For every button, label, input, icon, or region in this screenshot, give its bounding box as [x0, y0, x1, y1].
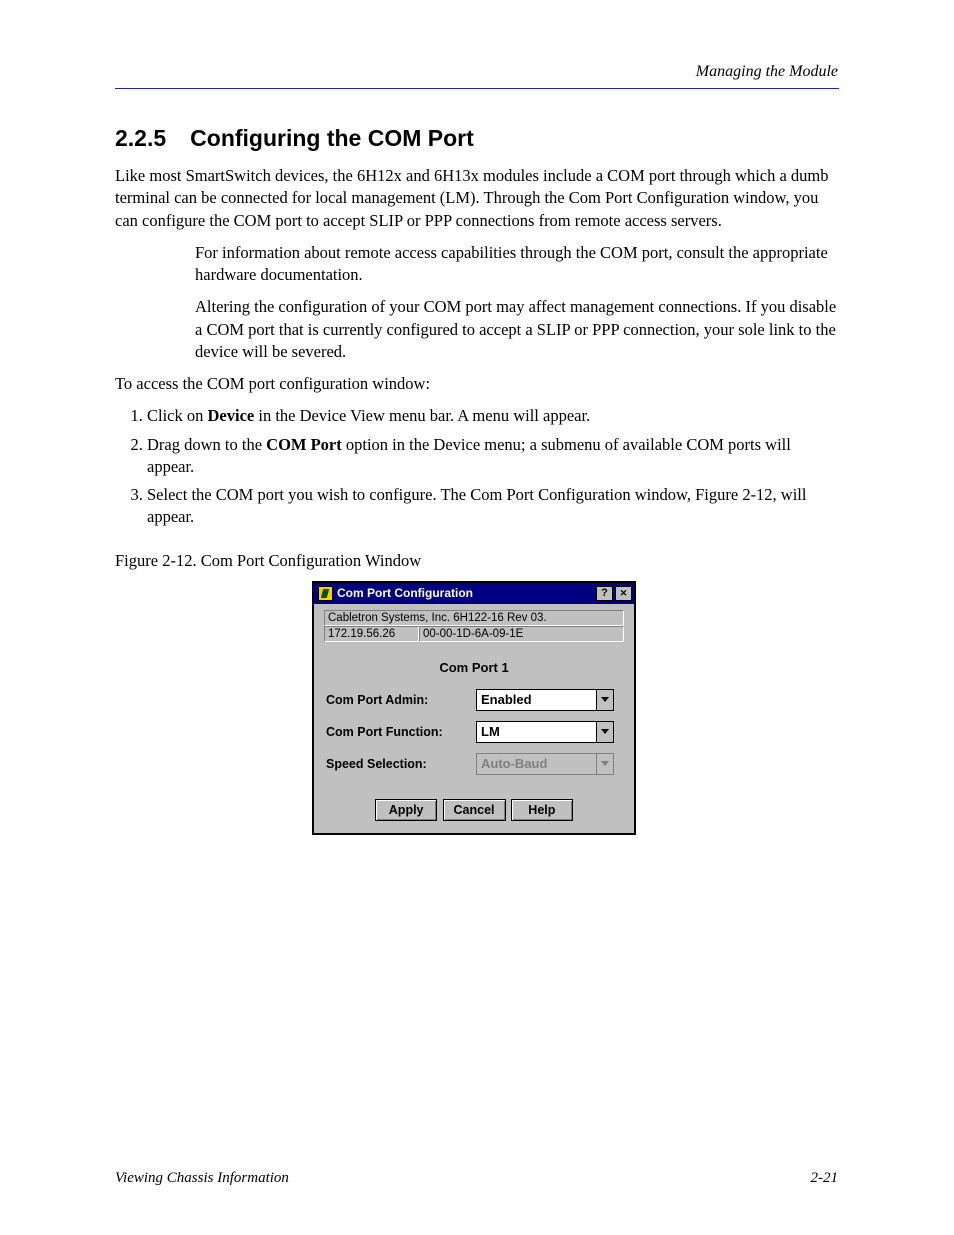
- section-number: 2.2.5: [115, 125, 166, 151]
- help-icon[interactable]: [596, 586, 613, 601]
- help-button[interactable]: Help: [511, 799, 573, 821]
- dialog-title: Com Port Configuration: [337, 586, 594, 600]
- com-port-config-dialog: Com Port Configuration Cabletron Systems…: [312, 581, 636, 835]
- section-title: Configuring the COM Port: [190, 125, 474, 151]
- caveat-text: Altering the configuration of your COM p…: [195, 297, 836, 361]
- chevron-down-icon[interactable]: [596, 721, 614, 743]
- speed-label: Speed Selection:: [326, 757, 476, 771]
- figure-caption: Figure 2-12. Com Port Configuration Wind…: [115, 551, 839, 571]
- chevron-down-icon[interactable]: [596, 689, 614, 711]
- intro-paragraph: Like most SmartSwitch devices, the 6H12x…: [115, 165, 839, 232]
- caveat-paragraph: Altering the configuration of your COM p…: [195, 296, 839, 363]
- step-2: Drag down to the COM Port option in the …: [147, 434, 839, 479]
- section-heading: 2.2.5 Configuring the COM Port: [115, 125, 839, 153]
- page-number: 2-21: [811, 1170, 839, 1187]
- step-1-bold: Device: [208, 406, 255, 425]
- admin-combo[interactable]: Enabled: [476, 689, 614, 711]
- admin-value: Enabled: [476, 689, 596, 711]
- step-3-pre: Select the COM port you wish to configur…: [147, 485, 695, 504]
- chevron-down-icon: [596, 753, 614, 775]
- page-header-breadcrumb: Managing the Module: [696, 63, 838, 81]
- note-paragraph: For information about remote access capa…: [195, 242, 839, 287]
- access-lead: To access the COM port configuration win…: [115, 373, 839, 395]
- speed-combo: Auto-Baud: [476, 753, 614, 775]
- device-ip-field: 172.19.56.26: [324, 626, 419, 642]
- cancel-button[interactable]: Cancel: [443, 799, 506, 821]
- step-2-pre: Drag down to the: [147, 435, 266, 454]
- device-mac-field: 00-00-1D-6A-09-1E: [419, 626, 624, 642]
- step-2-bold: COM Port: [266, 435, 342, 454]
- step-3: Select the COM port you wish to configur…: [147, 484, 839, 529]
- close-icon[interactable]: [615, 586, 632, 601]
- port-heading: Com Port 1: [314, 660, 634, 675]
- footer-text: Viewing Chassis Information: [115, 1170, 289, 1187]
- dialog-info-area: Cabletron Systems, Inc. 6H122-16 Rev 03.…: [314, 604, 634, 644]
- speed-value: Auto-Baud: [476, 753, 596, 775]
- function-label: Com Port Function:: [326, 725, 476, 739]
- step-1-pre: Click on: [147, 406, 208, 425]
- function-combo[interactable]: LM: [476, 721, 614, 743]
- header-rule: [115, 88, 839, 89]
- apply-button[interactable]: Apply: [375, 799, 437, 821]
- admin-label: Com Port Admin:: [326, 693, 476, 707]
- dialog-titlebar[interactable]: Com Port Configuration: [314, 583, 634, 604]
- step-1: Click on Device in the Device View menu …: [147, 405, 839, 427]
- app-icon: [318, 586, 333, 601]
- device-name-field: Cabletron Systems, Inc. 6H122-16 Rev 03.: [324, 610, 624, 626]
- step-1-post: in the Device View menu bar. A menu will…: [254, 406, 590, 425]
- function-value: LM: [476, 721, 596, 743]
- note-text: For information about remote access capa…: [195, 243, 828, 284]
- steps-list: Click on Device in the Device View menu …: [147, 405, 839, 528]
